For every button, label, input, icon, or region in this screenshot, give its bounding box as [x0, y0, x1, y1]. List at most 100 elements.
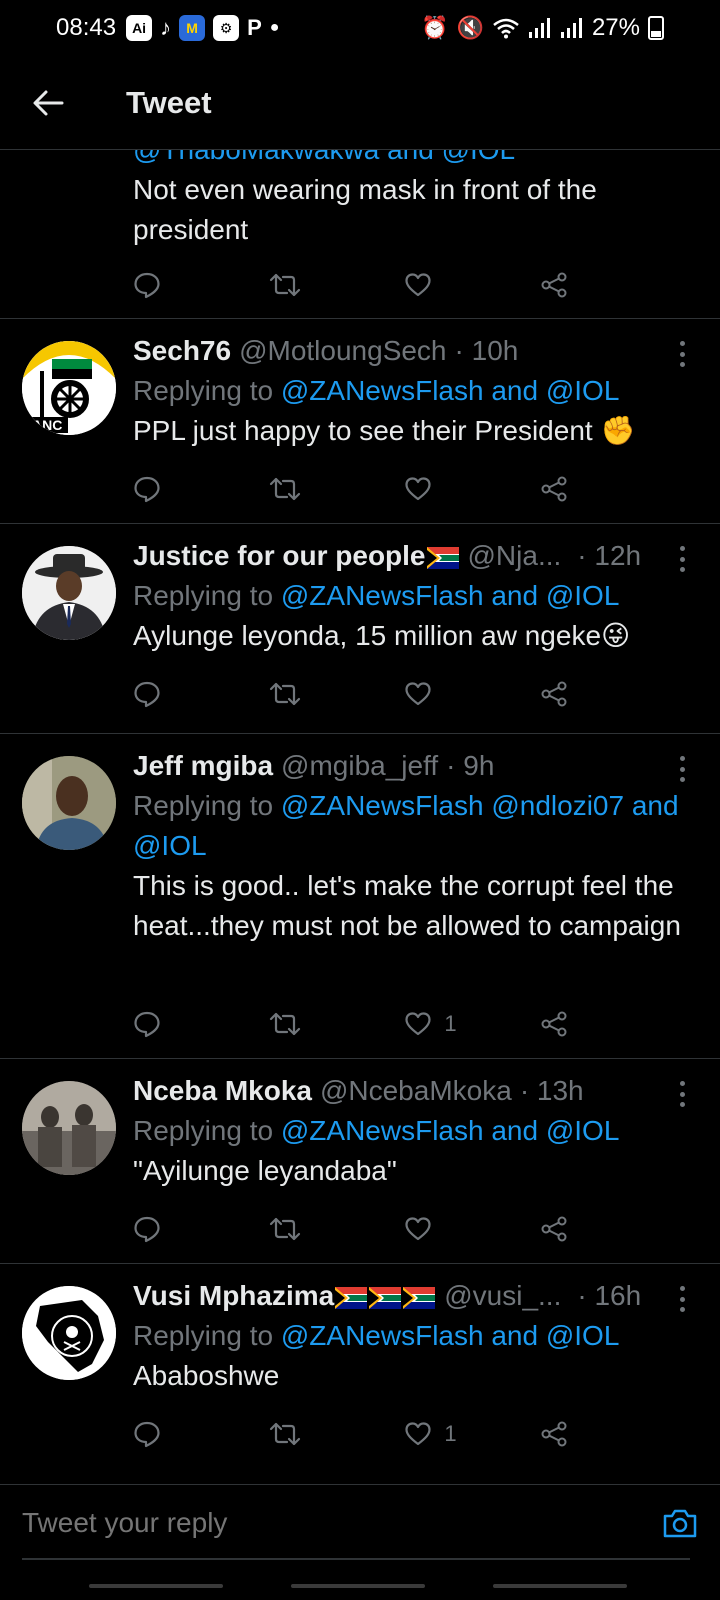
- tweet[interactable]: Nceba Mkoka @NcebaMkoka · 13h Replying to …: [0, 1059, 720, 1264]
- comment-icon: [134, 1421, 160, 1448]
- tweet-text: PPL just happy to see their President ✊: [133, 415, 636, 446]
- author-name[interactable]: Sech76: [133, 331, 231, 371]
- tweet-text: Not even wearing mask in front of the pr…: [133, 174, 597, 245]
- reply-button[interactable]: [133, 265, 213, 305]
- author-handle[interactable]: @vusi_...: [444, 1276, 561, 1316]
- reply-underline: [22, 1558, 690, 1560]
- author-handle[interactable]: @NcebaMkoka: [320, 1071, 512, 1111]
- tweet-time: · 16h: [577, 1280, 642, 1311]
- retweet-button[interactable]: [269, 674, 349, 714]
- nav-home[interactable]: [291, 1584, 425, 1588]
- tweet-text: "Ayilunge leyandaba": [133, 1155, 397, 1186]
- share-button[interactable]: [540, 265, 620, 305]
- tweet-text: Aylunge leyonda, 15 million aw ngeke😜: [133, 620, 631, 651]
- reply-to-line: Replying to @ZANewsFlash and @IOL: [133, 375, 620, 406]
- author-handle[interactable]: @Nja...: [468, 536, 562, 576]
- more-options-button[interactable]: [678, 1286, 686, 1312]
- share-button[interactable]: [540, 1209, 620, 1249]
- camera-button[interactable]: [662, 1507, 698, 1544]
- nav-back[interactable]: [493, 1584, 627, 1588]
- like-count: 1: [444, 1421, 457, 1446]
- avatar[interactable]: ANC: [22, 341, 116, 435]
- share-button[interactable]: [540, 674, 620, 714]
- heart-icon: [405, 1012, 431, 1036]
- nav-recents[interactable]: [89, 1584, 223, 1588]
- avatar[interactable]: [22, 756, 116, 850]
- author-name[interactable]: Jeff mgiba: [133, 746, 273, 786]
- battery-icon: [648, 16, 664, 40]
- south-africa-flag-icon: [369, 1286, 402, 1309]
- author-name[interactable]: Justice for our people: [133, 536, 460, 576]
- tweet-time: · 13h: [519, 1075, 584, 1106]
- arrow-left-icon: [33, 90, 64, 115]
- tweet-time: · 9h: [446, 750, 495, 781]
- tweet-time: · 12h: [577, 540, 642, 571]
- retweet-icon: [269, 273, 300, 297]
- reply-button[interactable]: [133, 469, 213, 509]
- replies-feed[interactable]: @ThaboMakwakwa and @IOL Not even wearing…: [0, 150, 720, 1484]
- share-button[interactable]: [540, 1414, 620, 1454]
- reply-button[interactable]: [133, 1004, 213, 1044]
- like-button[interactable]: [404, 674, 484, 714]
- tweet-partial[interactable]: @ThaboMakwakwa and @IOL Not even wearing…: [0, 150, 720, 319]
- retweet-button[interactable]: [269, 265, 349, 305]
- tweet[interactable]: Jeff mgiba @mgiba_jeff · 9h Replying to @Z…: [0, 734, 720, 1059]
- like-button[interactable]: 1: [404, 1004, 484, 1044]
- tweet-text: This is good.. let's make the corrupt fe…: [133, 870, 681, 941]
- author-handle[interactable]: @MotloungSech: [239, 331, 446, 371]
- reply-input[interactable]: [22, 1507, 582, 1539]
- avatar[interactable]: [22, 1286, 116, 1380]
- reply-mentions[interactable]: @ZANewsFlash and @IOL: [281, 580, 620, 611]
- reply-button[interactable]: [133, 1209, 213, 1249]
- tweet-actions: 1: [133, 1414, 620, 1454]
- share-icon: [541, 681, 567, 707]
- like-button[interactable]: [404, 469, 484, 509]
- more-options-button[interactable]: [678, 341, 686, 367]
- camera-icon: [663, 1509, 697, 1538]
- reply-mentions[interactable]: @ZANewsFlash and @IOL: [281, 375, 620, 406]
- author-name[interactable]: Vusi Mphazima: [133, 1276, 436, 1316]
- reply-mentions[interactable]: @ZANewsFlash and @IOL: [281, 1320, 620, 1351]
- author-name[interactable]: Nceba Mkoka: [133, 1071, 312, 1111]
- reply-to-line: Replying to @ZANewsFlash and @IOL: [133, 1320, 620, 1351]
- retweet-button[interactable]: [269, 1004, 349, 1044]
- more-options-button[interactable]: [678, 1081, 686, 1107]
- share-icon: [541, 1011, 567, 1037]
- retweet-icon: [269, 1422, 300, 1446]
- south-africa-flag-icon: [335, 1286, 368, 1309]
- tweet[interactable]: ANC Sech76 @MotloungSech · 10h Replying to…: [0, 319, 720, 524]
- shield-icon: ⚙: [213, 15, 240, 41]
- comment-icon: [134, 1011, 160, 1038]
- heart-icon: [405, 1217, 431, 1241]
- comment-icon: [134, 1216, 160, 1243]
- reply-mentions[interactable]: @ZANewsFlash and @IOL: [281, 1115, 620, 1146]
- heart-icon: [405, 477, 431, 501]
- avatar[interactable]: [22, 1081, 116, 1175]
- comment-icon: [134, 272, 160, 299]
- more-options-button[interactable]: [678, 546, 686, 572]
- reply-mentions[interactable]: @ThaboMakwakwa and @IOL: [133, 150, 690, 170]
- back-button[interactable]: [0, 89, 100, 117]
- like-button[interactable]: [404, 1209, 484, 1249]
- author-handle[interactable]: @mgiba_jeff: [281, 746, 438, 786]
- heart-icon: [405, 1422, 431, 1446]
- share-button[interactable]: [540, 1004, 620, 1044]
- avatar[interactable]: [22, 546, 116, 640]
- reply-button[interactable]: [133, 1414, 213, 1454]
- retweet-button[interactable]: [269, 1209, 349, 1249]
- p-icon: P: [247, 15, 262, 40]
- retweet-button[interactable]: [269, 469, 349, 509]
- reply-button[interactable]: [133, 674, 213, 714]
- heart-icon: [405, 682, 431, 706]
- share-button[interactable]: [540, 469, 620, 509]
- tweet[interactable]: Vusi Mphazima @vusi_... · 16h Replying to …: [0, 1264, 720, 1479]
- more-options-button[interactable]: [678, 756, 686, 782]
- like-count: 1: [444, 1011, 457, 1036]
- tweet[interactable]: Justice for our people @Nja... · 12h Reply…: [0, 524, 720, 734]
- like-button[interactable]: 1: [404, 1414, 484, 1454]
- retweet-button[interactable]: [269, 1414, 349, 1454]
- like-button[interactable]: [404, 265, 484, 305]
- battery-percent: 27%: [591, 14, 640, 41]
- heart-icon: [405, 273, 431, 297]
- group-photo-avatar: [22, 1081, 116, 1175]
